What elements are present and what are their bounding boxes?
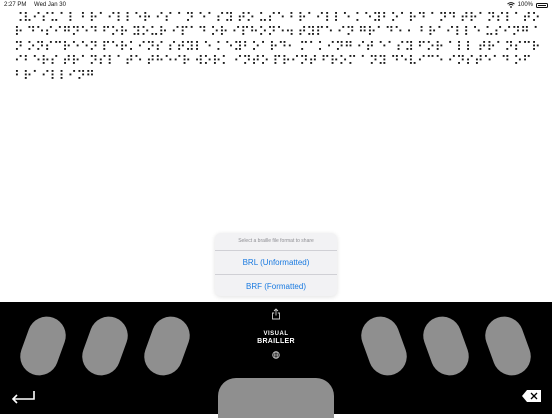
logo-line1: VISUAL xyxy=(263,331,289,337)
braille-text-area[interactable]: ⠨⠧⠊⠎⠥⠁⠇ ⠃⠗⠁⠊⠇⠇⠑⠗ ⠊⠎ ⠁⠝ ⠑⠁⠎⠽ ⠞⠕ ⠥⠎⠑ ⠃⠗⠁⠊⠇… xyxy=(14,11,542,84)
brf-formatted-option[interactable]: BRF (Formatted) xyxy=(215,274,337,296)
status-time: 2:27 PM xyxy=(4,2,27,8)
brl-unformatted-option[interactable]: BRL (Unformatted) xyxy=(215,251,337,274)
share-icon[interactable] xyxy=(271,308,281,320)
wifi-icon xyxy=(506,2,515,8)
visual-brailler-logo: VISUAL BRAILLER xyxy=(246,330,306,346)
share-format-popover: Select a braille file format to share BR… xyxy=(215,233,337,296)
globe-icon[interactable] xyxy=(272,351,280,359)
battery-icon xyxy=(536,2,548,8)
logo-line2: BRAILLER xyxy=(257,338,295,345)
battery-percent: 100% xyxy=(517,2,533,8)
space-key[interactable] xyxy=(218,378,334,418)
status-bar: 2:27 PM Wed Jan 30 100% xyxy=(0,0,552,10)
share-popover-header: Select a braille file format to share xyxy=(215,233,337,251)
return-icon[interactable] xyxy=(8,388,38,408)
delete-icon[interactable] xyxy=(521,389,542,403)
status-left: 2:27 PM Wed Jan 30 xyxy=(4,0,72,10)
status-right: 100% xyxy=(506,0,548,10)
status-date: Wed Jan 30 xyxy=(34,2,66,8)
